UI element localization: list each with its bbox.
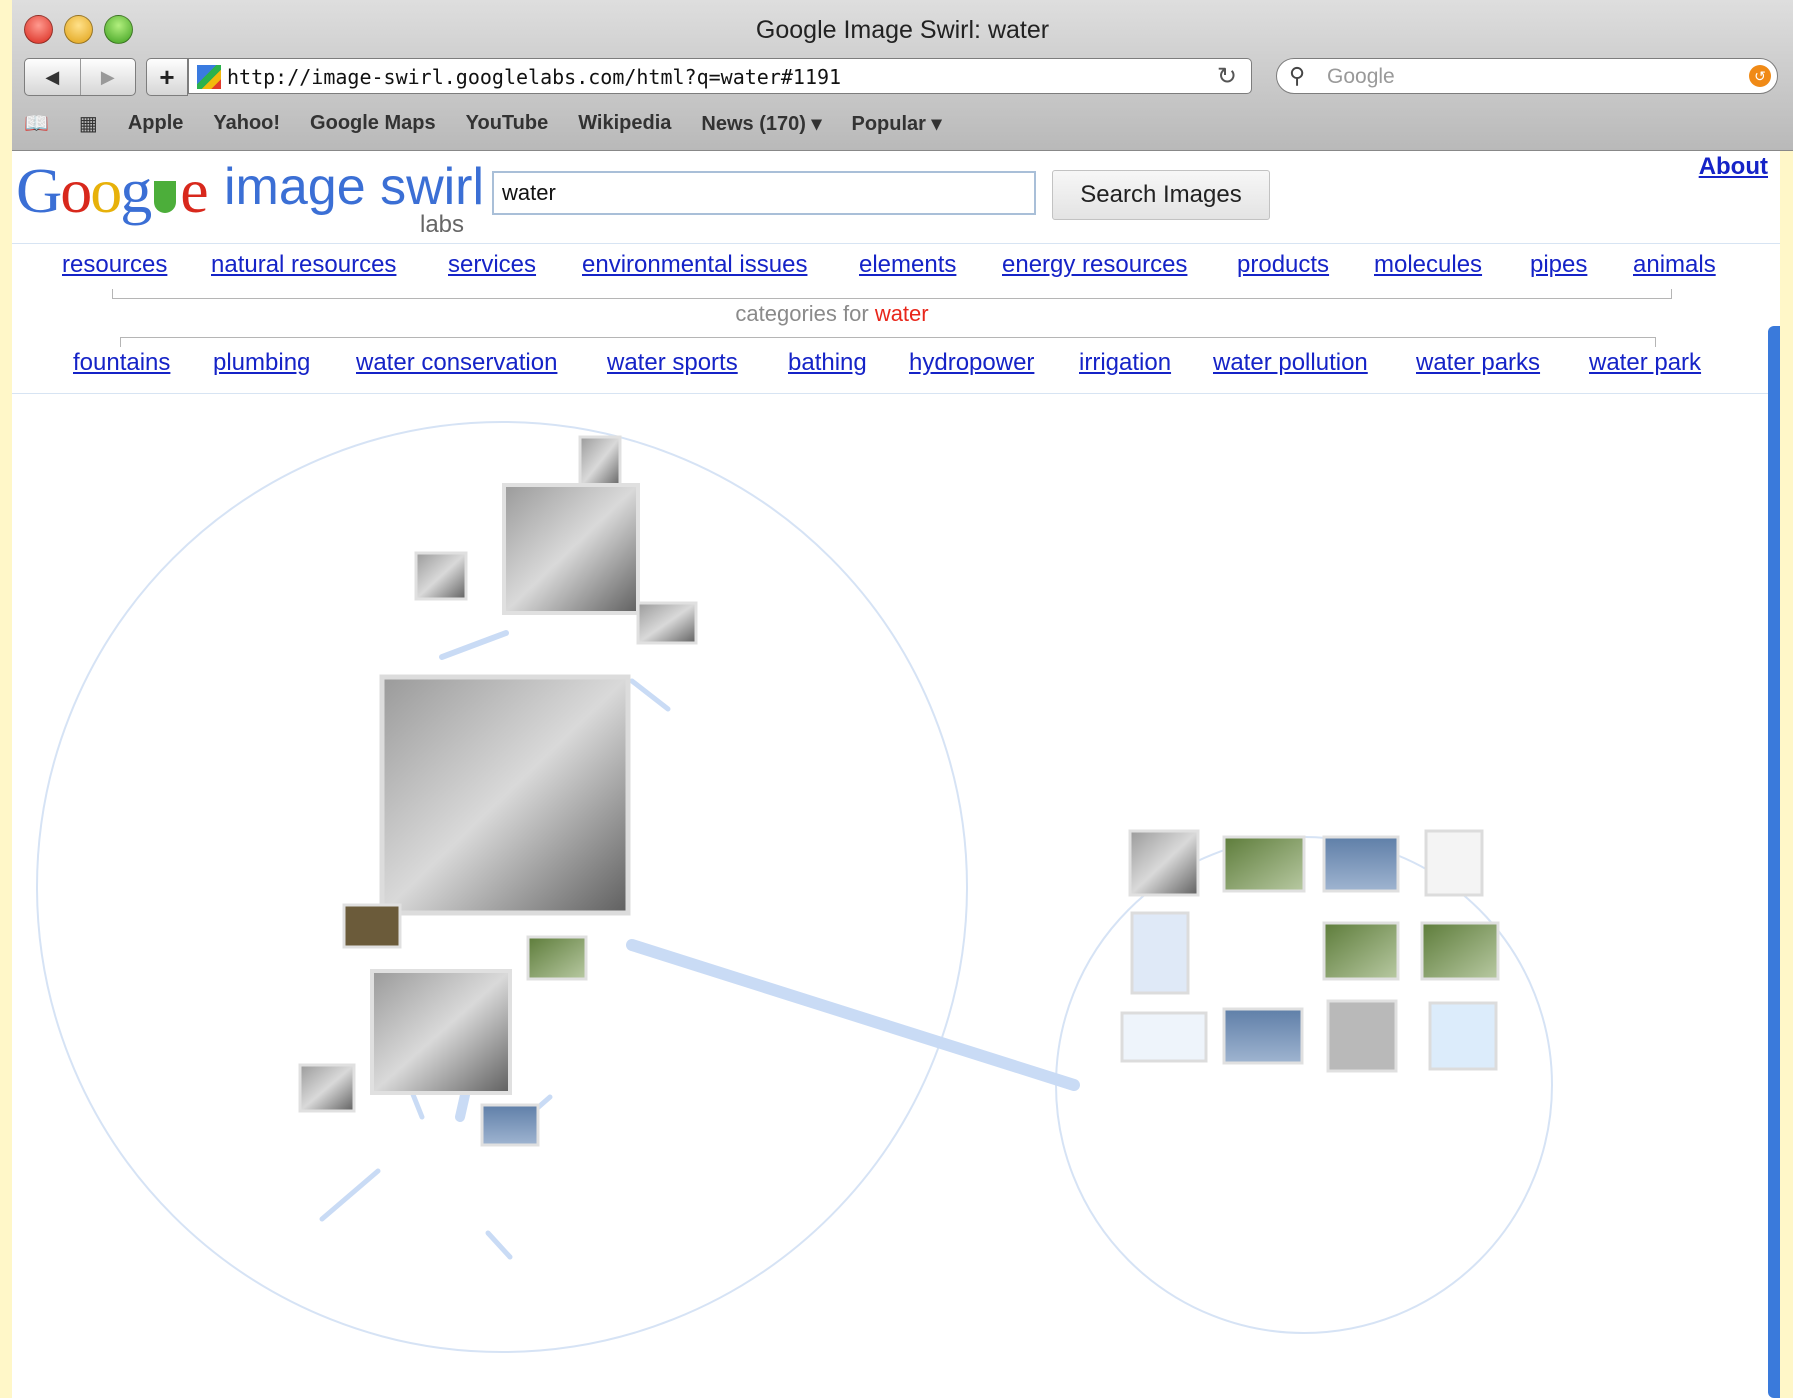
page-content: Googe image swirl labs Search Images Abo… (12, 151, 1780, 1398)
bookmark-wikipedia[interactable]: Wikipedia (578, 112, 671, 135)
image-thumbnail-selected[interactable] (379, 674, 631, 916)
image-thumbnail[interactable] (1322, 921, 1400, 981)
address-bar[interactable]: http://image-swirl.googlelabs.com/html?q… (188, 58, 1252, 94)
image-thumbnail[interactable] (370, 969, 512, 1095)
swirl-thumbnails-secondary (1120, 829, 1500, 1073)
image-thumbnail[interactable] (1120, 1011, 1208, 1063)
bookmarks-bar: 📖 ▦ Apple Yahoo! Google Maps YouTube Wik… (24, 108, 942, 138)
browser-chrome: Google Image Swirl: water ◀ ▶ + http://i… (12, 0, 1793, 151)
forward-arrow-icon[interactable]: ▶ (79, 59, 136, 95)
cluster-circle-secondary (1055, 836, 1553, 1334)
search-icon: ⚲ (1289, 63, 1306, 88)
top-sites-grid-icon[interactable]: ▦ (79, 111, 98, 136)
image-thumbnail[interactable] (1130, 911, 1190, 995)
image-thumbnail[interactable] (342, 903, 402, 949)
image-thumbnail[interactable] (1322, 835, 1400, 893)
page-scrollbar[interactable] (1768, 326, 1780, 1398)
bookmark-google-maps[interactable]: Google Maps (310, 112, 436, 135)
image-thumbnail[interactable] (1222, 835, 1306, 893)
image-thumbnail[interactable] (414, 551, 468, 601)
image-thumbnail[interactable] (1424, 829, 1484, 897)
back-arrow-icon[interactable]: ◀ (25, 59, 80, 95)
image-thumbnail[interactable] (1128, 829, 1200, 897)
image-thumbnail[interactable] (1428, 1001, 1498, 1071)
bookmarks-book-icon[interactable]: 📖 (24, 111, 49, 136)
window-title: Google Image Swirl: water (755, 16, 1050, 44)
image-thumbnail[interactable] (578, 435, 622, 489)
image-thumbnail[interactable] (526, 935, 588, 981)
bookmark-popular[interactable]: Popular ▾ (851, 111, 941, 136)
image-thumbnail[interactable] (1326, 999, 1398, 1073)
image-thumbnail[interactable] (298, 1063, 356, 1113)
bookmark-youtube[interactable]: YouTube (466, 112, 549, 135)
search-placeholder: Google (1327, 65, 1395, 88)
reload-icon[interactable]: ↻ (1217, 62, 1237, 91)
image-swirl-graph (36, 421, 1553, 1353)
image-thumbnail[interactable] (1420, 921, 1500, 981)
image-thumbnail[interactable] (1222, 1007, 1304, 1065)
image-thumbnail[interactable] (502, 483, 640, 615)
image-thumbnail[interactable] (480, 1103, 540, 1147)
bookmark-yahoo[interactable]: Yahoo! (213, 112, 280, 135)
add-bookmark-button[interactable]: + (146, 58, 188, 96)
nav-buttons: ◀ ▶ (24, 58, 136, 96)
browser-search-field[interactable]: ⚲ Google ↺ (1276, 58, 1778, 94)
bookmark-news[interactable]: News (170) ▾ (701, 111, 821, 136)
site-favicon-icon (197, 65, 221, 89)
url-text[interactable]: http://image-swirl.googlelabs.com/html?q… (227, 65, 841, 89)
swirl-thumbnails-main (298, 435, 698, 1147)
bookmark-apple[interactable]: Apple (128, 112, 184, 135)
image-thumbnail[interactable] (636, 601, 698, 645)
browser-window: Google Image Swirl: water ◀ ▶ + http://i… (0, 0, 1793, 1398)
snapback-icon[interactable]: ↺ (1749, 65, 1771, 87)
